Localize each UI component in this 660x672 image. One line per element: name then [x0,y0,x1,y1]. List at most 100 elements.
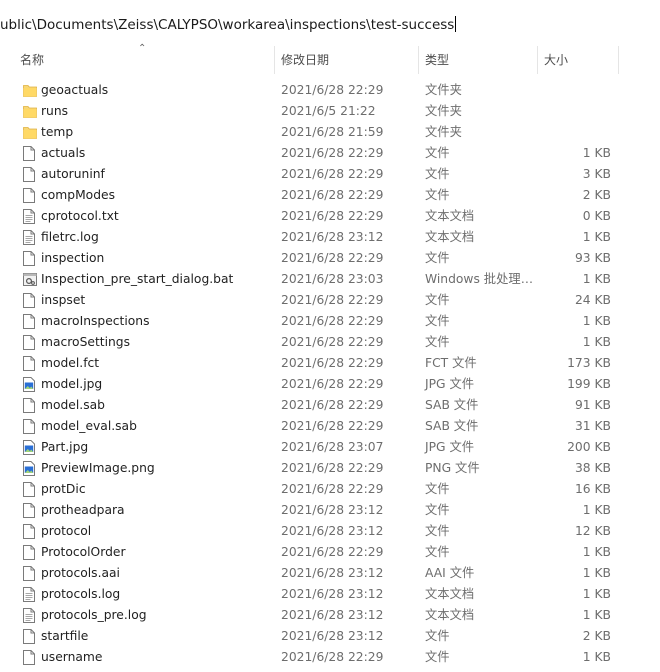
file-date: 2021/6/28 23:12 [281,608,384,622]
file-date: 2021/6/28 22:29 [281,167,384,181]
address-bar[interactable]: ublic\Documents\Zeiss\CALYPSO\workarea\i… [0,0,660,47]
file-row[interactable]: ProtocolOrder 2021/6/28 22:29 文件 1 KB [0,542,660,563]
file-row[interactable]: runs 2021/6/5 21:22 文件夹 [0,101,660,122]
file-row[interactable]: actuals 2021/6/28 22:29 文件 1 KB [0,143,660,164]
image-file-icon [23,440,35,455]
file-size: 173 KB [567,356,611,370]
file-type: 文件 [425,251,450,265]
file-row[interactable]: inspset 2021/6/28 22:29 文件 24 KB [0,290,660,311]
file-size: 0 KB [582,209,611,223]
file-name: model.jpg [41,377,103,391]
file-row[interactable]: Inspection_pre_start_dialog.bat 2021/6/28… [0,269,660,290]
file-size: 2 KB [582,629,611,643]
file-size: 12 KB [574,524,611,538]
file-date: 2021/6/28 23:12 [281,566,384,580]
file-date: 2021/6/28 23:12 [281,524,384,538]
file-size: 31 KB [574,419,611,433]
file-size: 1 KB [582,650,611,664]
file-size: 1 KB [582,587,611,601]
file-type: FCT 文件 [425,356,477,370]
file-icon [23,545,35,560]
file-row[interactable]: macroInspections 2021/6/28 22:29 文件 1 KB [0,311,660,332]
file-icon [23,356,35,371]
image-file-icon [23,461,35,476]
file-type: 文件 [425,167,450,181]
column-divider[interactable] [418,46,419,74]
file-date: 2021/6/28 22:29 [281,419,384,433]
file-name: startfile [41,629,89,643]
file-row[interactable]: model_eval.sab 2021/6/28 22:29 SAB 文件 31 KB [0,416,660,437]
file-row[interactable]: protheadpara 2021/6/28 23:12 文件 1 KB [0,500,660,521]
file-size: 93 KB [574,251,611,265]
file-name: protDic [41,482,86,496]
column-divider[interactable] [618,46,619,74]
file-size: 1 KB [582,272,611,286]
file-icon [23,629,35,644]
file-type: 文件 [425,314,450,328]
file-list: geoactuals 2021/6/28 22:29 文件夹 runs 2021/6/5… [0,80,660,668]
text-file-icon [23,587,35,602]
file-name: temp [41,125,74,139]
file-row[interactable]: autoruninf 2021/6/28 22:29 文件 3 KB [0,164,660,185]
file-size: 1 KB [582,146,611,160]
file-row[interactable]: PreviewImage.png 2021/6/28 22:29 PNG 文件 38 … [0,458,660,479]
text-file-icon [23,230,35,245]
file-row[interactable]: compModes 2021/6/28 22:29 文件 2 KB [0,185,660,206]
file-type: 文件 [425,482,450,496]
folder-icon [23,83,37,98]
file-date: 2021/6/28 23:12 [281,587,384,601]
file-row[interactable]: protDic 2021/6/28 22:29 文件 16 KB [0,479,660,500]
file-date: 2021/6/28 22:29 [281,377,384,391]
file-type: SAB 文件 [425,419,479,433]
file-size: 1 KB [582,314,611,328]
text-file-icon [23,209,35,224]
file-date: 2021/6/28 22:29 [281,398,384,412]
file-type: 文件夹 [425,83,462,97]
file-row[interactable]: filetrc.log 2021/6/28 23:12 文本文档 1 KB [0,227,660,248]
file-row[interactable]: model.fct 2021/6/28 22:29 FCT 文件 173 KB [0,353,660,374]
file-row[interactable]: protocols_pre.log 2021/6/28 23:12 文本文档 1 KB [0,605,660,626]
file-type: 文件 [425,293,450,307]
file-row[interactable]: macroSettings 2021/6/28 22:29 文件 1 KB [0,332,660,353]
file-row[interactable]: geoactuals 2021/6/28 22:29 文件夹 [0,80,660,101]
file-date: 2021/6/28 23:03 [281,272,384,286]
column-header: ⌃ 名称 修改日期 类型 大小 [0,43,660,74]
file-name: Inspection_pre_start_dialog.bat [41,272,234,286]
file-row[interactable]: temp 2021/6/28 21:59 文件夹 [0,122,660,143]
file-size: 91 KB [574,398,611,412]
file-row[interactable]: protocol 2021/6/28 23:12 文件 12 KB [0,521,660,542]
file-type: 文件 [425,629,450,643]
column-date-header[interactable]: 修改日期 [281,46,329,74]
file-row[interactable]: model.sab 2021/6/28 22:29 SAB 文件 91 KB [0,395,660,416]
address-text: ublic\Documents\Zeiss\CALYPSO\workarea\i… [0,17,455,33]
column-divider[interactable] [274,46,275,74]
file-date: 2021/6/28 22:29 [281,146,384,160]
column-name-header[interactable]: 名称 [20,46,44,74]
file-row[interactable]: protocols.log 2021/6/28 23:12 文本文档 1 KB [0,584,660,605]
address-path[interactable]: ublic\Documents\Zeiss\CALYPSO\workarea\i… [0,15,457,35]
file-row[interactable]: inspection 2021/6/28 22:29 文件 93 KB [0,248,660,269]
file-icon [23,419,35,434]
file-row[interactable]: username 2021/6/28 22:29 文件 1 KB [0,647,660,668]
file-name: macroInspections [41,314,150,328]
file-row[interactable]: Part.jpg 2021/6/28 23:07 JPG 文件 200 KB [0,437,660,458]
file-size: 200 KB [567,440,611,454]
file-icon [23,524,35,539]
file-type: 文本文档 [425,230,475,244]
text-file-icon [23,608,35,623]
file-row[interactable]: startfile 2021/6/28 23:12 文件 2 KB [0,626,660,647]
file-name: compModes [41,188,115,202]
file-name: protocols_pre.log [41,608,147,622]
file-date: 2021/6/28 22:29 [281,650,384,664]
file-name: model_eval.sab [41,419,137,433]
column-size-header[interactable]: 大小 [544,46,568,74]
file-size: 199 KB [567,377,611,391]
column-type-header[interactable]: 类型 [425,46,449,74]
batch-file-icon [23,272,37,287]
column-divider[interactable] [537,46,538,74]
file-row[interactable]: protocols.aai 2021/6/28 23:12 AAI 文件 1 KB [0,563,660,584]
file-icon [23,335,35,350]
file-name: protocols.log [41,587,121,601]
file-row[interactable]: cprotocol.txt 2021/6/28 22:29 文本文档 0 KB [0,206,660,227]
file-row[interactable]: model.jpg 2021/6/28 22:29 JPG 文件 199 KB [0,374,660,395]
